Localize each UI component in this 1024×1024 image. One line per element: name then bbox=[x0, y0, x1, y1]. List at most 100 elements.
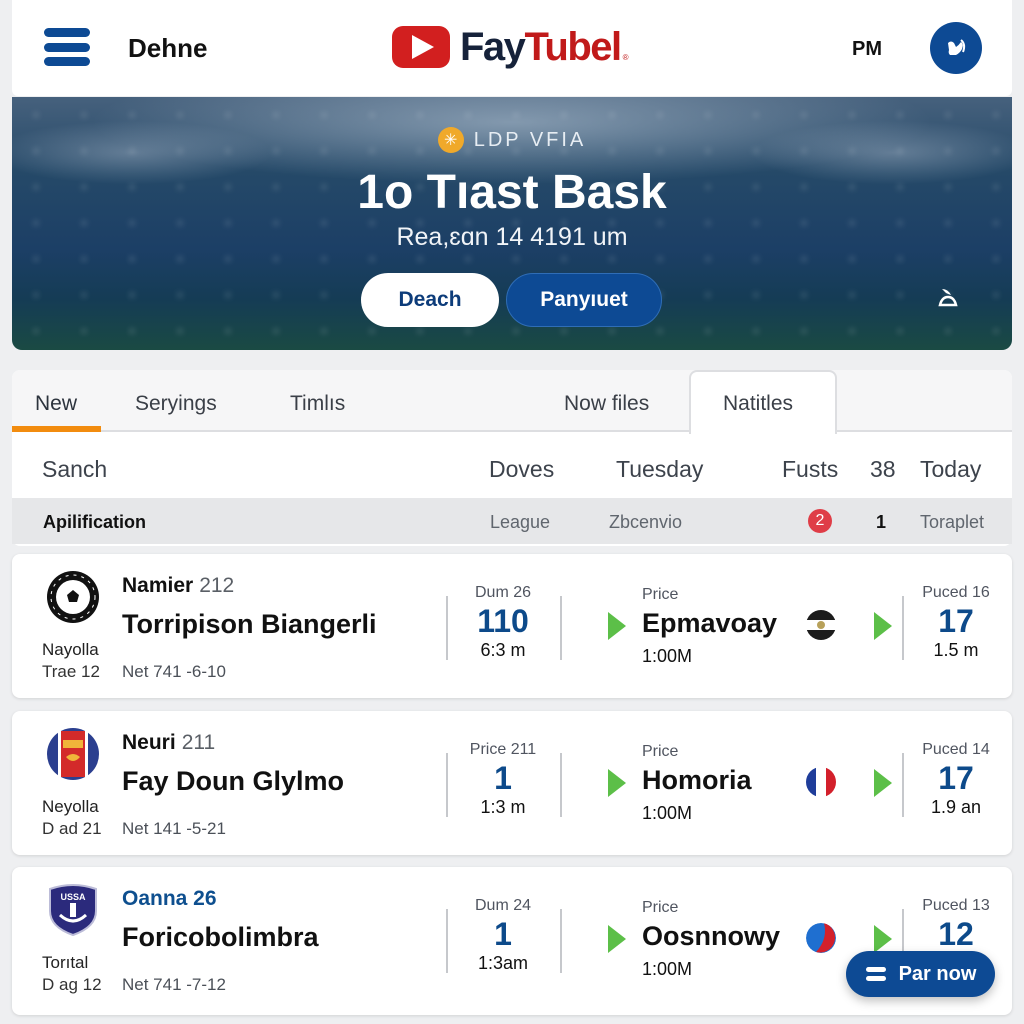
hero-secondary-button[interactable]: Panyıuet bbox=[506, 273, 662, 327]
active-tab-indicator bbox=[12, 426, 101, 432]
fab-label: Par now bbox=[898, 962, 977, 985]
team-name[interactable]: Fay Doun Glylmo bbox=[122, 766, 344, 797]
stat-label: Puced 14 bbox=[922, 741, 990, 758]
divider bbox=[560, 909, 562, 973]
header-time: PM bbox=[852, 38, 882, 60]
stat-label: Puced 16 bbox=[922, 584, 990, 601]
filter-value: Zbcenvio bbox=[609, 512, 683, 532]
meta-title: Oanna 26 bbox=[122, 887, 217, 910]
mascot-icon bbox=[948, 39, 966, 55]
column-header-tuesday[interactable]: Tuesday bbox=[616, 456, 703, 483]
meta-number: 212 bbox=[199, 574, 235, 597]
left-sublabel: D ad 21 bbox=[42, 819, 102, 838]
listing-panel: New Seryings Timlıs Now files Natitles S… bbox=[12, 370, 1012, 546]
soccer-ball-crest-icon bbox=[47, 571, 99, 623]
team-name[interactable]: Torripison Biangerli bbox=[122, 609, 377, 640]
anchor-shield-crest-icon: USSA bbox=[49, 884, 97, 937]
stat-column-2: Puced 16 17 1.5 m bbox=[901, 584, 1011, 661]
meta-title: Neuri bbox=[122, 731, 176, 754]
left-sublabel: Trae 12 bbox=[42, 662, 100, 681]
hamburger-menu-icon[interactable] bbox=[44, 28, 90, 66]
user-avatar-icon[interactable] bbox=[930, 22, 982, 74]
net-score: Net 741 -7-12 bbox=[122, 975, 226, 994]
match-card[interactable]: Neyolla D ad 21 Neuri 211 Fay Doun Glylmo… bbox=[12, 711, 1012, 855]
tab-natitles[interactable]: Natitles bbox=[723, 392, 793, 416]
price-label: Price bbox=[642, 743, 679, 760]
price-label: Price bbox=[642, 586, 679, 603]
blue-red-ball-flag-icon bbox=[806, 923, 836, 953]
app-logo[interactable]: FayTubel ® bbox=[392, 24, 629, 70]
team-name[interactable]: Foricobolimbra bbox=[122, 922, 319, 953]
tab-seryings[interactable]: Seryings bbox=[135, 392, 217, 416]
tab-new[interactable]: New bbox=[35, 392, 77, 416]
tab-bar: New Seryings Timlıs Now files Natitles bbox=[12, 370, 1012, 434]
stat-column-2: Puced 13 12 bbox=[901, 897, 1011, 953]
net-score: Net 141 -5-21 bbox=[122, 819, 226, 838]
header-title: Dehne bbox=[128, 33, 208, 63]
left-sublabel: D ag 12 bbox=[42, 975, 102, 994]
logo-text-part2: Tubel bbox=[524, 25, 622, 69]
swap-icon bbox=[865, 967, 886, 981]
play-icon[interactable] bbox=[608, 612, 626, 640]
stat-column-1: Dum 24 1 1:3am bbox=[448, 897, 558, 974]
divider bbox=[560, 596, 562, 660]
hero-badge: ✳ LDP VFIA bbox=[12, 127, 1012, 153]
net-score: Net 741 -6-10 bbox=[122, 662, 226, 681]
match-card[interactable]: Nayolla Trae 12 Namier 212 Torripison Bia… bbox=[12, 554, 1012, 698]
column-header-doves[interactable]: Doves bbox=[489, 456, 554, 483]
filter-count: 1 bbox=[876, 512, 887, 532]
france-flag-icon bbox=[806, 767, 836, 797]
opponent-name[interactable]: Homoria bbox=[642, 765, 752, 796]
stat-sub: 1.9 an bbox=[930, 797, 982, 817]
registered-mark: ® bbox=[622, 53, 629, 62]
left-label: Nayolla bbox=[42, 640, 99, 659]
hero-primary-button[interactable]: Deach bbox=[361, 273, 499, 327]
stat-label: Dum 24 bbox=[474, 897, 532, 914]
left-label: Neyolla bbox=[42, 797, 99, 816]
opponent-time: 1:00M bbox=[642, 803, 693, 823]
sparkle-icon: ✳ bbox=[437, 127, 464, 153]
logo-text-part1: Fay bbox=[460, 25, 526, 69]
stat-sub: 6:3 m bbox=[480, 640, 526, 660]
play-icon[interactable] bbox=[874, 769, 892, 797]
stat-label: Price 211 bbox=[469, 741, 537, 758]
stat-value: 12 bbox=[938, 916, 974, 952]
stat-value: 110 bbox=[477, 603, 529, 639]
stat-column-1: Dum 26 110 6:3 m bbox=[448, 584, 558, 661]
hero-subtitle: Rea,ɛɑn 14 4191 um bbox=[396, 223, 628, 251]
tab-timlis[interactable]: Timlıs bbox=[290, 392, 345, 416]
tab-now-files[interactable]: Now files bbox=[564, 392, 649, 416]
play-logo-icon bbox=[392, 26, 450, 68]
hero-title: 1o Tıast Bask bbox=[357, 166, 667, 219]
stat-label: Dum 26 bbox=[474, 584, 532, 601]
bell-icon[interactable] bbox=[934, 283, 962, 311]
hero-banner: ✳ LDP VFIA 1o Tıast Bask Rea,ɛɑn 14 4191… bbox=[12, 97, 1012, 350]
play-icon[interactable] bbox=[608, 925, 626, 953]
column-header-today[interactable]: Today bbox=[920, 456, 981, 483]
search-column-header[interactable]: Sanch bbox=[42, 456, 107, 483]
play-icon[interactable] bbox=[874, 612, 892, 640]
column-header-count[interactable]: 38 bbox=[870, 456, 896, 483]
par-now-button[interactable]: Par now bbox=[846, 951, 995, 997]
svg-text:USSA: USSA bbox=[60, 892, 86, 902]
meta-title: Namier bbox=[122, 574, 194, 597]
filter-league: League bbox=[490, 512, 551, 532]
filter-label: Apilification bbox=[43, 512, 146, 532]
stat-column-2: Puced 14 17 1.9 an bbox=[901, 741, 1011, 818]
red-blue-crest-icon bbox=[47, 728, 99, 780]
stat-sub: 1:3 m bbox=[480, 797, 526, 817]
opponent-time: 1:00M bbox=[642, 959, 693, 979]
opponent-name[interactable]: Oosnnowy bbox=[642, 921, 780, 952]
hero-badge-text: LDP VFIA bbox=[473, 128, 587, 151]
filter-row[interactable]: Apilification League Zbcenvio 2 1 Torapl… bbox=[12, 498, 1012, 544]
stat-value: 1 bbox=[494, 916, 512, 952]
opponent-time: 1:00M bbox=[642, 646, 693, 666]
stat-label: Puced 13 bbox=[922, 897, 990, 914]
column-header-fusts[interactable]: Fusts bbox=[782, 456, 838, 483]
play-icon[interactable] bbox=[608, 769, 626, 797]
stat-value: 1 bbox=[494, 760, 512, 796]
opponent-name[interactable]: Epmavoay bbox=[642, 608, 777, 639]
stat-column-1: Price 211 1 1:3 m bbox=[448, 741, 558, 818]
play-icon[interactable] bbox=[874, 925, 892, 953]
stat-value: 17 bbox=[938, 603, 974, 639]
